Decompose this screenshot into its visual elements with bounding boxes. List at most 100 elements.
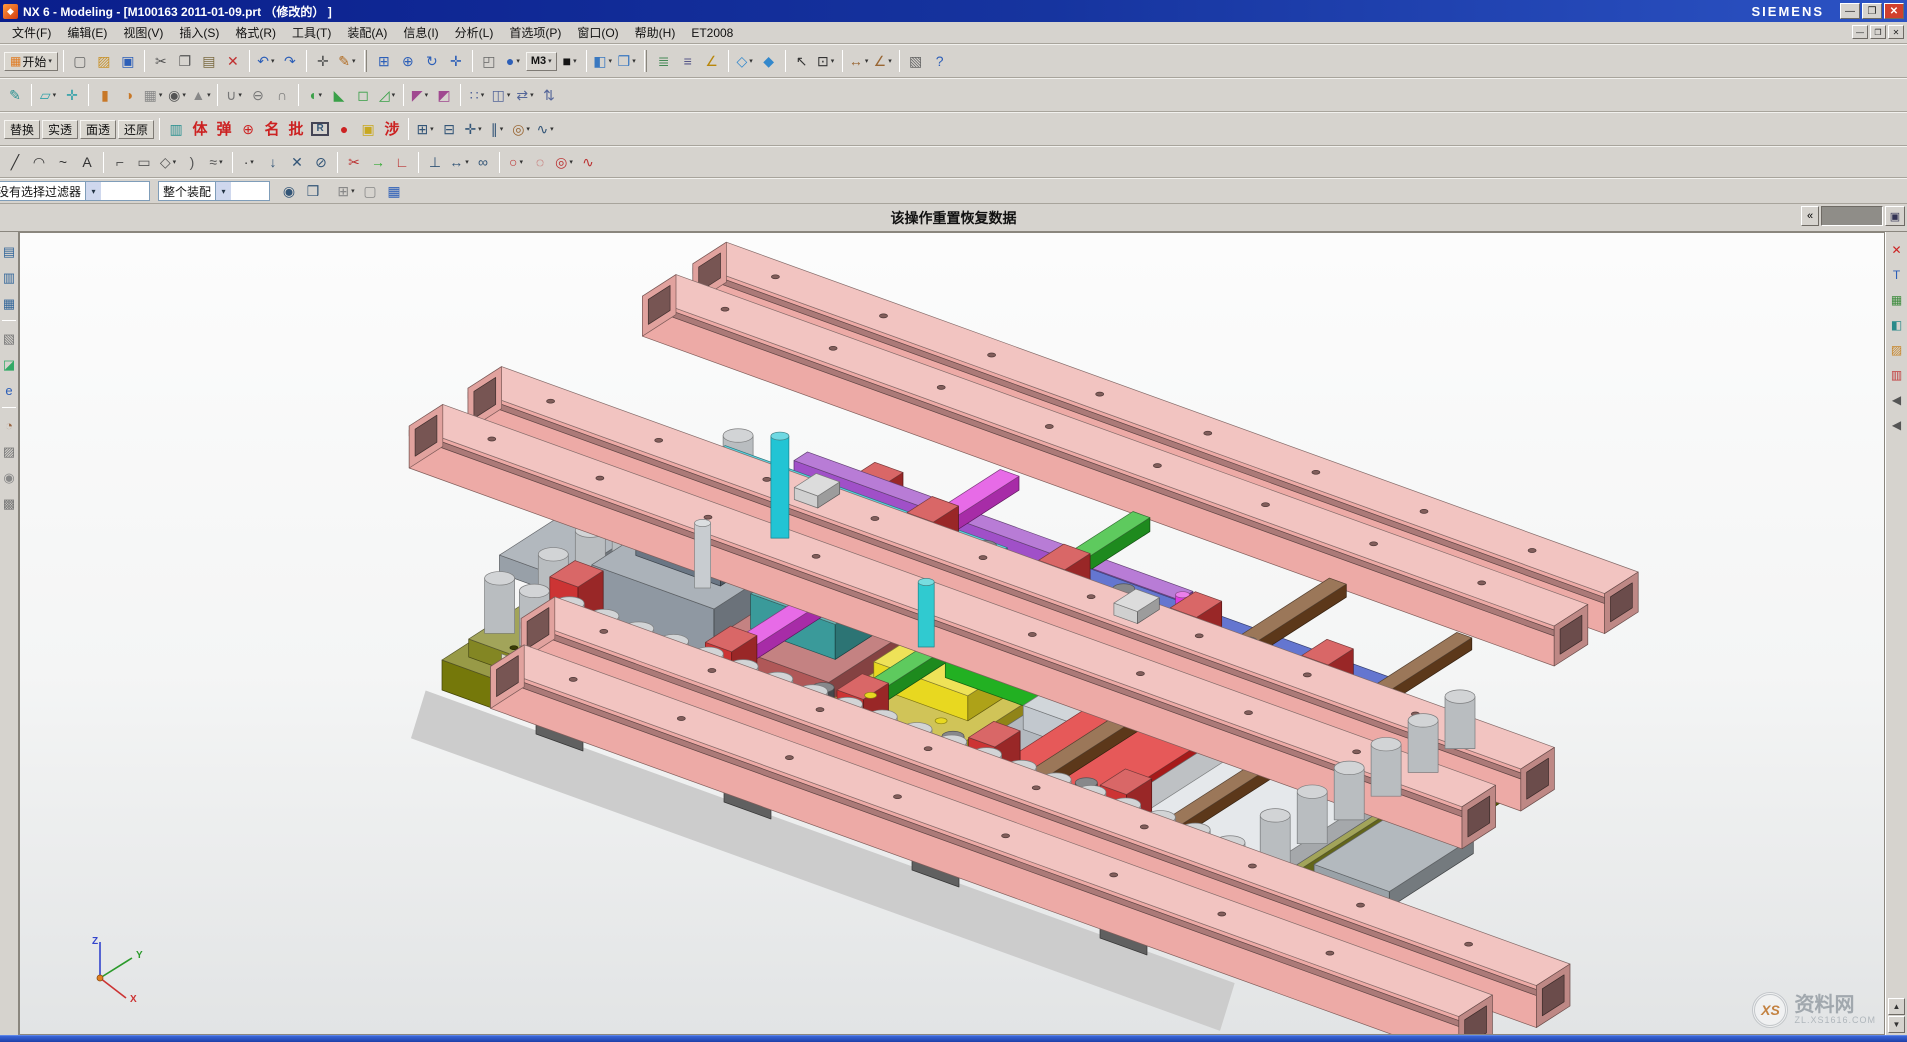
draft-button[interactable]: ◿▾ bbox=[376, 84, 398, 106]
rectangle-button[interactable]: ▭ bbox=[133, 151, 155, 173]
dropdown-arrow-icon[interactable]: ▾ bbox=[507, 91, 511, 99]
pan-view-button[interactable]: ✛ bbox=[445, 50, 467, 72]
clearance-analysis-button[interactable]: ◎▾ bbox=[510, 118, 532, 140]
solid-translucency-button[interactable]: 实透 bbox=[42, 120, 78, 139]
dropdown-arrow-icon[interactable]: ▾ bbox=[569, 158, 573, 166]
materials-tab[interactable]: ▨ bbox=[1, 441, 18, 461]
dropdown-arrow-icon[interactable]: ▾ bbox=[207, 91, 211, 99]
model-views-button[interactable]: ▦ bbox=[1888, 290, 1906, 309]
block-button[interactable]: ▦▾ bbox=[142, 84, 164, 106]
layer-settings-button[interactable]: ≣ bbox=[653, 50, 675, 72]
chevron-down-icon[interactable]: ▾ bbox=[85, 182, 101, 200]
window-layout-button[interactable]: ❒▾ bbox=[616, 50, 638, 72]
text-display-button[interactable]: T bbox=[1888, 265, 1906, 284]
face-translucency-button[interactable]: 面透 bbox=[80, 120, 116, 139]
interference-check-button[interactable]: 涉 bbox=[381, 118, 403, 140]
delete-button[interactable]: ✕ bbox=[222, 50, 244, 72]
dropdown-arrow-icon[interactable]: ▾ bbox=[481, 91, 485, 99]
shell-button[interactable]: ◻ bbox=[352, 84, 374, 106]
project-curve-button[interactable]: ↓ bbox=[262, 151, 284, 173]
open-file-button[interactable]: ▨ bbox=[93, 50, 115, 72]
assembly-sequence-button[interactable]: ⊟ bbox=[438, 118, 460, 140]
dropdown-arrow-icon[interactable]: ▾ bbox=[632, 57, 636, 65]
datum-plane-button[interactable]: ▱▾ bbox=[37, 84, 59, 106]
intersect-button[interactable]: ∩ bbox=[271, 84, 293, 106]
polygon-button[interactable]: ◇▾ bbox=[157, 151, 179, 173]
dropdown-arrow-icon[interactable]: ▾ bbox=[550, 125, 554, 133]
cut-button[interactable]: ✂ bbox=[150, 50, 172, 72]
dropdown-arrow-icon[interactable]: ▾ bbox=[573, 57, 577, 65]
help-button[interactable]: ? bbox=[929, 50, 951, 72]
dropdown-arrow-icon[interactable]: ▾ bbox=[548, 57, 552, 65]
redo-button[interactable]: ↷ bbox=[279, 50, 301, 72]
snap-options-button[interactable]: ⊞▾ bbox=[335, 180, 357, 202]
dropdown-arrow-icon[interactable]: ▾ bbox=[250, 158, 254, 166]
helix-button[interactable]: ◎▾ bbox=[553, 151, 575, 173]
new-file-button[interactable]: ▢ bbox=[69, 50, 91, 72]
dropdown-arrow-icon[interactable]: ▾ bbox=[519, 158, 523, 166]
point-button[interactable]: ∙▾ bbox=[238, 151, 260, 173]
background-color-button[interactable]: ■▾ bbox=[559, 50, 581, 72]
selection-scope-combo[interactable]: 整个装配 ▾ bbox=[158, 181, 270, 201]
history-tab[interactable]: ◔ bbox=[1, 415, 18, 435]
constraint-navigator-tab[interactable]: ▥ bbox=[1, 267, 18, 287]
hole-button[interactable]: ◉▾ bbox=[166, 84, 188, 106]
annotation-panel-button[interactable]: ▥ bbox=[1888, 365, 1906, 384]
minimize-button[interactable]: — bbox=[1840, 3, 1860, 19]
annotation-pen-button[interactable]: ✎▾ bbox=[336, 50, 358, 72]
dropdown-arrow-icon[interactable]: ▾ bbox=[465, 158, 469, 166]
menu-file[interactable]: 文件(F) bbox=[4, 22, 59, 43]
offset-curve-button[interactable]: ≈▾ bbox=[205, 151, 227, 173]
dropdown-arrow-icon[interactable]: ▾ bbox=[173, 158, 177, 166]
intersection-curve-button[interactable]: ✕ bbox=[286, 151, 308, 173]
ellipse-button[interactable]: ◌ bbox=[529, 151, 551, 173]
wcs-dynamics-button[interactable]: ∠ bbox=[701, 50, 723, 72]
selection-box-button[interactable]: ▢ bbox=[359, 180, 381, 202]
point-dialog-button[interactable]: ◆ bbox=[758, 50, 780, 72]
hd3d-tools-tab[interactable]: ◪ bbox=[1, 354, 18, 374]
web-browser-tab[interactable]: e bbox=[1, 380, 18, 400]
vertical-scrollbar[interactable]: ▲ ▼ bbox=[1888, 998, 1905, 1033]
class-selection-button[interactable]: ⊡▾ bbox=[815, 50, 837, 72]
pattern-feature-button[interactable]: ∷▾ bbox=[466, 84, 488, 106]
section-view-button[interactable]: ◧ bbox=[1888, 315, 1906, 334]
menu-analysis[interactable]: 分析(L) bbox=[447, 22, 502, 43]
collapse-panel-button-2[interactable]: ◀ bbox=[1888, 415, 1906, 434]
dropdown-arrow-icon[interactable]: ▾ bbox=[352, 57, 356, 65]
find-object-button[interactable]: ◉ bbox=[278, 180, 300, 202]
copy-button[interactable]: ❐ bbox=[174, 50, 196, 72]
system-scenes-tab[interactable]: ▩ bbox=[1, 493, 18, 513]
text-button[interactable]: A bbox=[76, 151, 98, 173]
dropdown-arrow-icon[interactable]: ▾ bbox=[351, 187, 355, 195]
rotate-view-button[interactable]: ↻ bbox=[421, 50, 443, 72]
dropdown-arrow-icon[interactable]: ▾ bbox=[53, 91, 57, 99]
move-component-button[interactable]: ✛▾ bbox=[462, 118, 484, 140]
quick-trim-button[interactable]: ✂ bbox=[343, 151, 365, 173]
boss-button[interactable]: ▲▾ bbox=[190, 84, 212, 106]
line-button[interactable]: ╱ bbox=[4, 151, 26, 173]
split-body-button[interactable]: ◩ bbox=[433, 84, 455, 106]
spring-toggle-button[interactable]: 弹 bbox=[213, 118, 235, 140]
mirror-curve-button[interactable]: ∞ bbox=[472, 151, 494, 173]
fit-view-button[interactable]: ⊞ bbox=[373, 50, 395, 72]
dropdown-arrow-icon[interactable]: ▾ bbox=[48, 57, 52, 65]
wave-geometry-button[interactable]: ∿▾ bbox=[534, 118, 556, 140]
scroll-down-button[interactable]: ▼ bbox=[1888, 1016, 1905, 1033]
move-face-button[interactable]: ⇄▾ bbox=[514, 84, 536, 106]
trim-body-button[interactable]: ◤▾ bbox=[409, 84, 431, 106]
close-panel-button[interactable]: ✕ bbox=[1888, 240, 1906, 259]
doc-restore-button[interactable]: ❐ bbox=[1870, 25, 1886, 39]
geometric-constraints-button[interactable]: ⊥ bbox=[424, 151, 446, 173]
mirror-feature-button[interactable]: ◫▾ bbox=[490, 84, 512, 106]
offset-face-button[interactable]: ⇅ bbox=[538, 84, 560, 106]
column-filter-button[interactable]: ▥ bbox=[165, 118, 187, 140]
select-arrow-button[interactable]: ↖ bbox=[791, 50, 813, 72]
dropdown-arrow-icon[interactable]: ▾ bbox=[425, 91, 429, 99]
menu-et2008[interactable]: ET2008 bbox=[683, 24, 741, 42]
open-in-window-button[interactable]: ❒ bbox=[302, 180, 324, 202]
assembly-navigator-tab[interactable]: ▤ bbox=[1, 241, 18, 261]
render-scene-button[interactable]: ▨ bbox=[1888, 340, 1906, 359]
perspective-button[interactable]: ◰ bbox=[478, 50, 500, 72]
visible-layers-button[interactable]: ≡ bbox=[677, 50, 699, 72]
batch-button[interactable]: 批 bbox=[285, 118, 307, 140]
